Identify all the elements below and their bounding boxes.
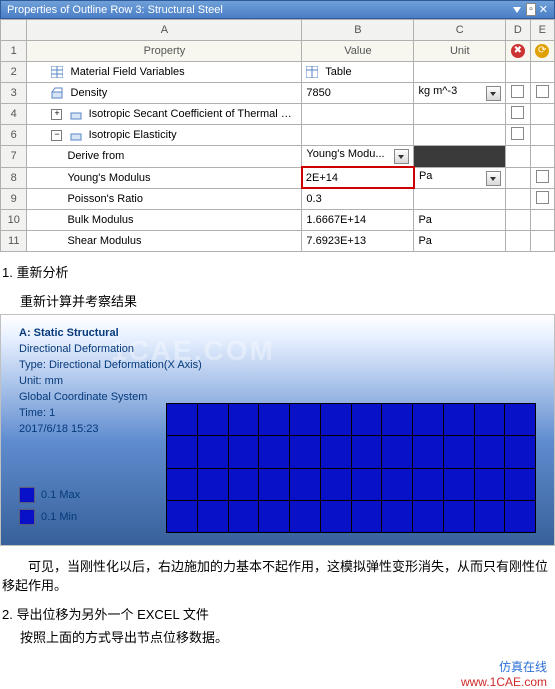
legend-color-max bbox=[19, 487, 35, 503]
table-row-selected: 8 Young's Modulus 2E+14 Pa bbox=[1, 167, 555, 188]
header-value: Value bbox=[302, 41, 414, 62]
delete-icon[interactable]: ✖ bbox=[511, 44, 525, 58]
shear-modulus-unit: Pa bbox=[414, 231, 506, 252]
window-title: Properties of Outline Row 3: Structural … bbox=[7, 4, 223, 16]
table-row: 11 Shear Modulus 7.6923E+13 Pa bbox=[1, 231, 555, 252]
material-field-variables[interactable]: Material Field Variables bbox=[27, 62, 302, 83]
list-item-2: 2. 导出位移为另外一个 EXCEL 文件 bbox=[2, 604, 555, 623]
paragraph: 重新计算并考察结果 bbox=[20, 291, 555, 310]
footer-brand: 仿真在线 bbox=[499, 660, 547, 674]
bulk-modulus-label: Bulk Modulus bbox=[27, 210, 302, 231]
window-titlebar: Properties of Outline Row 3: Structural … bbox=[0, 0, 555, 19]
poissons-ratio-value[interactable]: 0.3 bbox=[302, 188, 414, 210]
list-item-1: 1. 重新分析 bbox=[2, 262, 555, 281]
col-D[interactable]: D bbox=[506, 20, 530, 41]
isotropic-secant-label[interactable]: + Isotropic Secant Coefficient of Therma… bbox=[27, 104, 302, 125]
shear-modulus-label: Shear Modulus bbox=[27, 231, 302, 252]
col-B[interactable]: B bbox=[302, 20, 414, 41]
density-value[interactable]: 7850 bbox=[302, 83, 414, 104]
result-title: A: Static Structural bbox=[19, 327, 119, 339]
table-row: 7 Derive from Young's Modu... bbox=[1, 146, 555, 168]
bulk-modulus-value: 1.6667E+14 bbox=[302, 210, 414, 231]
dropdown-icon[interactable] bbox=[513, 7, 521, 13]
youngs-modulus-value[interactable]: 2E+14 bbox=[302, 167, 414, 188]
chevron-down-icon[interactable] bbox=[394, 149, 409, 164]
mesh-grid bbox=[166, 403, 536, 533]
checkbox[interactable] bbox=[536, 170, 549, 183]
chevron-down-icon[interactable] bbox=[486, 86, 501, 101]
table-row: 10 Bulk Modulus 1.6667E+14 Pa bbox=[1, 210, 555, 231]
isotropic-elasticity-label[interactable]: − Isotropic Elasticity bbox=[27, 125, 302, 146]
table-row: 3 Density 7850 kg m^-3 bbox=[1, 83, 555, 104]
chevron-down-icon[interactable] bbox=[486, 171, 501, 186]
table-row: 6 − Isotropic Elasticity bbox=[1, 125, 555, 146]
paragraph: 按照上面的方式导出节点位移数据。 bbox=[20, 627, 555, 646]
bulk-modulus-unit: Pa bbox=[414, 210, 506, 231]
footer-url: www.1CAE.com bbox=[0, 675, 547, 689]
minimize-button[interactable]: ▫ bbox=[526, 3, 536, 16]
header-row: 1 Property Value Unit ✖ ⟳ bbox=[1, 41, 555, 62]
page-footer: 仿真在线 www.1CAE.com bbox=[0, 658, 555, 689]
density-label[interactable]: Density bbox=[27, 83, 302, 104]
checkbox[interactable] bbox=[536, 191, 549, 204]
youngs-modulus-label: Young's Modulus bbox=[27, 167, 302, 188]
collapse-icon[interactable]: − bbox=[51, 130, 62, 141]
close-icon[interactable]: ✕ bbox=[539, 3, 548, 16]
header-property: Property bbox=[27, 41, 302, 62]
table-icon bbox=[306, 66, 318, 78]
checkbox[interactable] bbox=[511, 106, 524, 119]
youngs-modulus-unit[interactable]: Pa bbox=[414, 167, 506, 188]
checkbox[interactable] bbox=[511, 85, 524, 98]
table-row: 9 Poisson's Ratio 0.3 bbox=[1, 188, 555, 210]
property-icon bbox=[70, 108, 82, 120]
col-A[interactable]: A bbox=[27, 20, 302, 41]
result-viewport: 1CAE.COM A: Static Structural Directiona… bbox=[0, 314, 555, 546]
col-C[interactable]: C bbox=[414, 20, 506, 41]
property-icon bbox=[51, 87, 63, 99]
shear-modulus-value: 7.6923E+13 bbox=[302, 231, 414, 252]
derive-from-label: Derive from bbox=[27, 146, 302, 168]
checkbox[interactable] bbox=[536, 85, 549, 98]
checkbox[interactable] bbox=[511, 127, 524, 140]
column-letter-row: A B C D E bbox=[1, 20, 555, 41]
expand-icon[interactable]: + bbox=[51, 109, 62, 120]
col-E[interactable]: E bbox=[530, 20, 554, 41]
table-icon bbox=[51, 66, 63, 78]
color-legend: 0.1 Max 0.1 Min bbox=[19, 487, 80, 525]
table-row: 4 + Isotropic Secant Coefficient of Ther… bbox=[1, 104, 555, 125]
mfv-value[interactable]: Table bbox=[302, 62, 414, 83]
warn-icon[interactable]: ⟳ bbox=[535, 44, 549, 58]
header-unit: Unit bbox=[414, 41, 506, 62]
mesh-plot bbox=[166, 403, 536, 533]
density-unit[interactable]: kg m^-3 bbox=[414, 83, 506, 104]
poissons-ratio-label: Poisson's Ratio bbox=[27, 188, 302, 210]
paragraph: 可见，当刚性化以后，右边施加的力基本不起作用，这模拟弹性变形消失，从而只有刚性位… bbox=[2, 556, 555, 594]
property-icon bbox=[70, 129, 82, 141]
table-row: 2 Material Field Variables Table bbox=[1, 62, 555, 83]
derive-from-value[interactable]: Young's Modu... bbox=[302, 146, 414, 168]
property-grid: A B C D E 1 Property Value Unit ✖ ⟳ 2 Ma… bbox=[0, 19, 555, 252]
legend-color-min bbox=[19, 509, 35, 525]
unit-blank bbox=[414, 146, 506, 168]
